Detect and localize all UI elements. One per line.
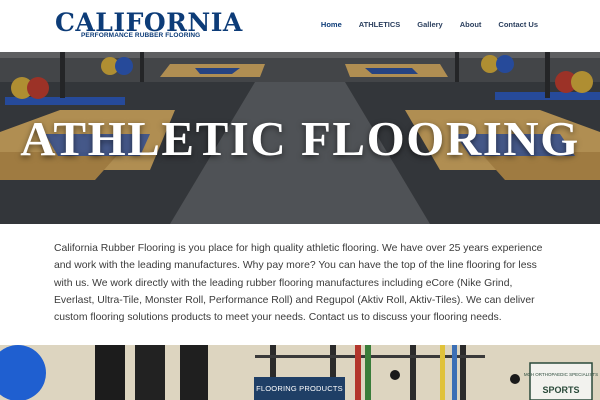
site-logo[interactable]: CALIFORNIA PERFORMANCE RUBBER FLOORING bbox=[55, 8, 242, 42]
hero-title: ATHLETIC FLOORING bbox=[20, 111, 580, 166]
intro-paragraph: California Rubber Flooring is you place … bbox=[54, 243, 543, 324]
nav-item-home[interactable]: Home bbox=[321, 20, 342, 29]
gym-sign-line2: SPORTS bbox=[542, 385, 579, 395]
flooring-products-button[interactable]: FLOORING PRODUCTS bbox=[254, 377, 345, 400]
gym-sign-line1: MCH ORTHOPAEDIC SPECIALISTS bbox=[524, 372, 598, 377]
nav-item-contact-us[interactable]: Contact Us bbox=[498, 20, 538, 29]
nav-item-athletics[interactable]: ATHLETICS bbox=[359, 20, 401, 29]
nav-item-gallery[interactable]: Gallery bbox=[417, 20, 442, 29]
main-nav: Home ATHLETICS Gallery About Contact Us bbox=[304, 20, 538, 29]
hero-banner: ATHLETIC FLOORING bbox=[0, 52, 600, 224]
logo-tagline: PERFORMANCE RUBBER FLOORING bbox=[81, 32, 201, 39]
site-header: CALIFORNIA PERFORMANCE RUBBER FLOORING H… bbox=[0, 0, 600, 52]
nav-item-about[interactable]: About bbox=[460, 20, 482, 29]
